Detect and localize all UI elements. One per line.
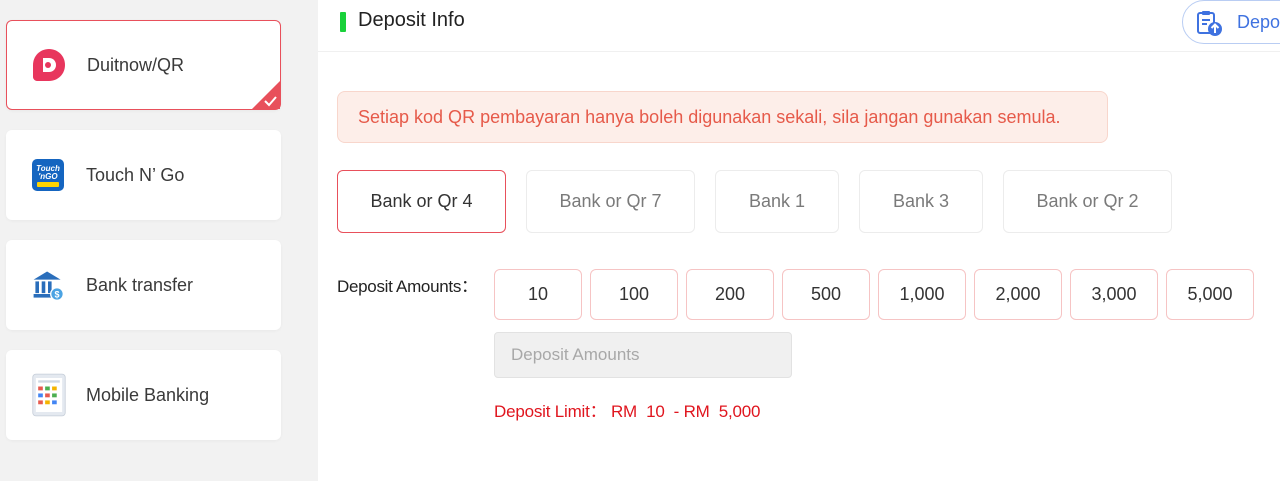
touch-n-go-icon: Touch 'nGO bbox=[30, 157, 66, 193]
svg-text:'nGO: 'nGO bbox=[38, 172, 58, 181]
bank-option-bank-or-qr-4[interactable]: Bank or Qr 4 bbox=[337, 170, 506, 233]
page-title: Deposit Info bbox=[358, 9, 465, 31]
amount-option-500[interactable]: 500 bbox=[782, 269, 870, 320]
method-mobile-banking[interactable]: Mobile Banking bbox=[6, 350, 281, 440]
deposit-info-header: Deposit Info Deposit bbox=[318, 0, 1280, 52]
deposit-info-panel: Deposit Info Deposit Setiap kod QR pemba… bbox=[318, 0, 1280, 481]
amount-option-1000[interactable]: 1,000 bbox=[878, 269, 966, 320]
method-label: Mobile Banking bbox=[86, 384, 210, 405]
bank-option-bank-or-qr-7[interactable]: Bank or Qr 7 bbox=[526, 170, 695, 233]
amount-option-3000[interactable]: 3,000 bbox=[1070, 269, 1158, 320]
amount-option-100[interactable]: 100 bbox=[590, 269, 678, 320]
payment-method-sidebar: Duitnow/QR Touch 'nGO Touch N’ Go $ Bank… bbox=[0, 0, 318, 481]
qr-single-use-notice: Setiap kod QR pembayaran hanya boleh dig… bbox=[337, 91, 1108, 143]
amount-option-2000[interactable]: 2,000 bbox=[974, 269, 1062, 320]
method-bank-transfer[interactable]: $ Bank transfer bbox=[6, 240, 281, 330]
bank-option-bank-3[interactable]: Bank 3 bbox=[859, 170, 983, 233]
method-touch-n-go[interactable]: Touch 'nGO Touch N’ Go bbox=[6, 130, 281, 220]
selected-check-icon bbox=[252, 81, 280, 109]
mobile-banking-icon bbox=[30, 373, 66, 417]
method-duitnow-qr[interactable]: Duitnow/QR bbox=[6, 20, 281, 110]
deposit-limit-text: Deposit Limit： RM 10 - RM 5,000 bbox=[494, 402, 761, 421]
header-accent-bar bbox=[340, 12, 346, 32]
bank-option-bank-or-qr-2[interactable]: Bank or Qr 2 bbox=[1003, 170, 1172, 233]
method-label: Bank transfer bbox=[86, 274, 194, 295]
deposit-amount-input[interactable] bbox=[494, 332, 792, 378]
amount-option-200[interactable]: 200 bbox=[686, 269, 774, 320]
svg-text:$: $ bbox=[54, 290, 59, 300]
amount-option-5000[interactable]: 5,000 bbox=[1166, 269, 1254, 320]
duitnow-icon bbox=[31, 47, 67, 83]
method-label: Touch N’ Go bbox=[86, 164, 185, 185]
deposit-button-label: Deposit bbox=[1237, 12, 1280, 32]
amount-option-10[interactable]: 10 bbox=[494, 269, 582, 320]
deposit-record-button[interactable]: Deposit bbox=[1182, 0, 1280, 44]
clipboard-upload-icon bbox=[1195, 9, 1223, 37]
bank-option-bank-1[interactable]: Bank 1 bbox=[715, 170, 839, 233]
method-label: Duitnow/QR bbox=[87, 54, 185, 75]
bank-icon: $ bbox=[30, 267, 66, 303]
deposit-amounts-label: Deposit Amounts： bbox=[337, 277, 478, 296]
